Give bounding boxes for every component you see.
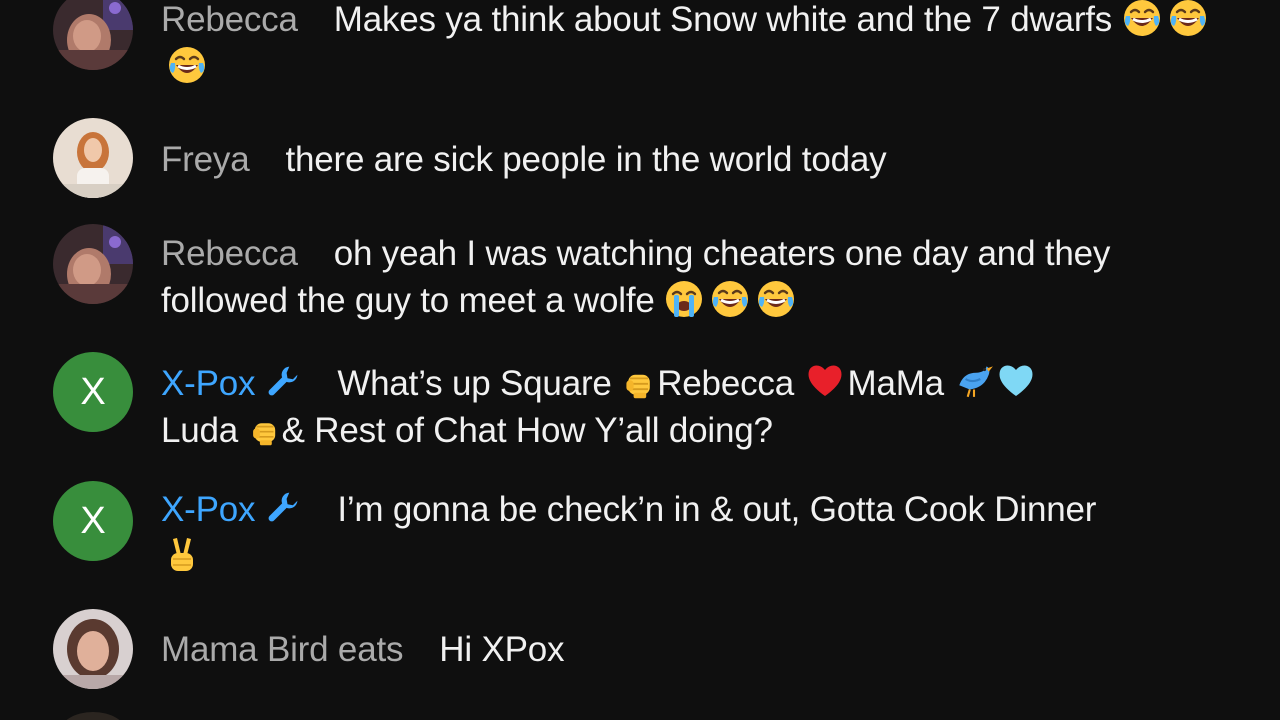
face-with-tears-of-joy-icon xyxy=(756,279,796,319)
avatar[interactable] xyxy=(53,0,133,70)
wrench-icon xyxy=(265,489,301,525)
author-name[interactable]: Mama Bird eats xyxy=(161,630,403,669)
author-name[interactable]: X-Pox xyxy=(161,490,256,529)
message-text: I’m gonna be check’n in & out, Gotta Coo… xyxy=(337,490,1097,529)
face-with-tears-of-joy-icon xyxy=(1122,0,1162,38)
message-text: there are sick people in the world today xyxy=(285,140,887,179)
bird-icon xyxy=(953,358,995,400)
face-with-tears-of-joy-icon xyxy=(710,279,750,319)
loudly-crying-face-icon xyxy=(664,279,704,319)
face-with-tears-of-joy-icon xyxy=(167,45,207,85)
author-name[interactable]: Rebecca xyxy=(161,0,298,39)
message-text: What’s up Square xyxy=(337,364,622,403)
avatar[interactable] xyxy=(53,224,133,304)
face-with-tears-of-joy-icon xyxy=(1168,0,1208,38)
message-text: Hi XPox xyxy=(439,630,565,669)
avatar[interactable]: X xyxy=(53,352,133,432)
light-blue-heart-icon xyxy=(995,360,1037,400)
message-text: Luda xyxy=(161,411,248,450)
message-text: Makes ya think about Snow white and the … xyxy=(333,0,1122,39)
avatar[interactable] xyxy=(53,118,133,198)
live-chat-feed: Rebecca Makes ya think about Snow white a… xyxy=(0,0,1280,720)
message-text: & Rest of Chat How Y’all doing? xyxy=(281,411,773,450)
message-text: oh yeah I was watching cheaters one day … xyxy=(161,234,1111,320)
wrench-icon xyxy=(265,363,301,399)
message-text: MaMa xyxy=(847,364,954,403)
avatar[interactable] xyxy=(53,609,133,689)
author-name[interactable]: Rebecca xyxy=(161,234,298,273)
avatar[interactable]: X xyxy=(53,481,133,561)
author-name[interactable]: Freya xyxy=(161,140,250,179)
message-text: Rebecca xyxy=(657,364,804,403)
victory-hand-icon xyxy=(161,533,201,577)
raised-fist-icon xyxy=(621,364,657,400)
raised-fist-icon xyxy=(248,413,282,447)
author-name[interactable]: X-Pox xyxy=(161,364,256,403)
avatar[interactable] xyxy=(60,712,126,720)
red-heart-icon xyxy=(803,360,847,400)
